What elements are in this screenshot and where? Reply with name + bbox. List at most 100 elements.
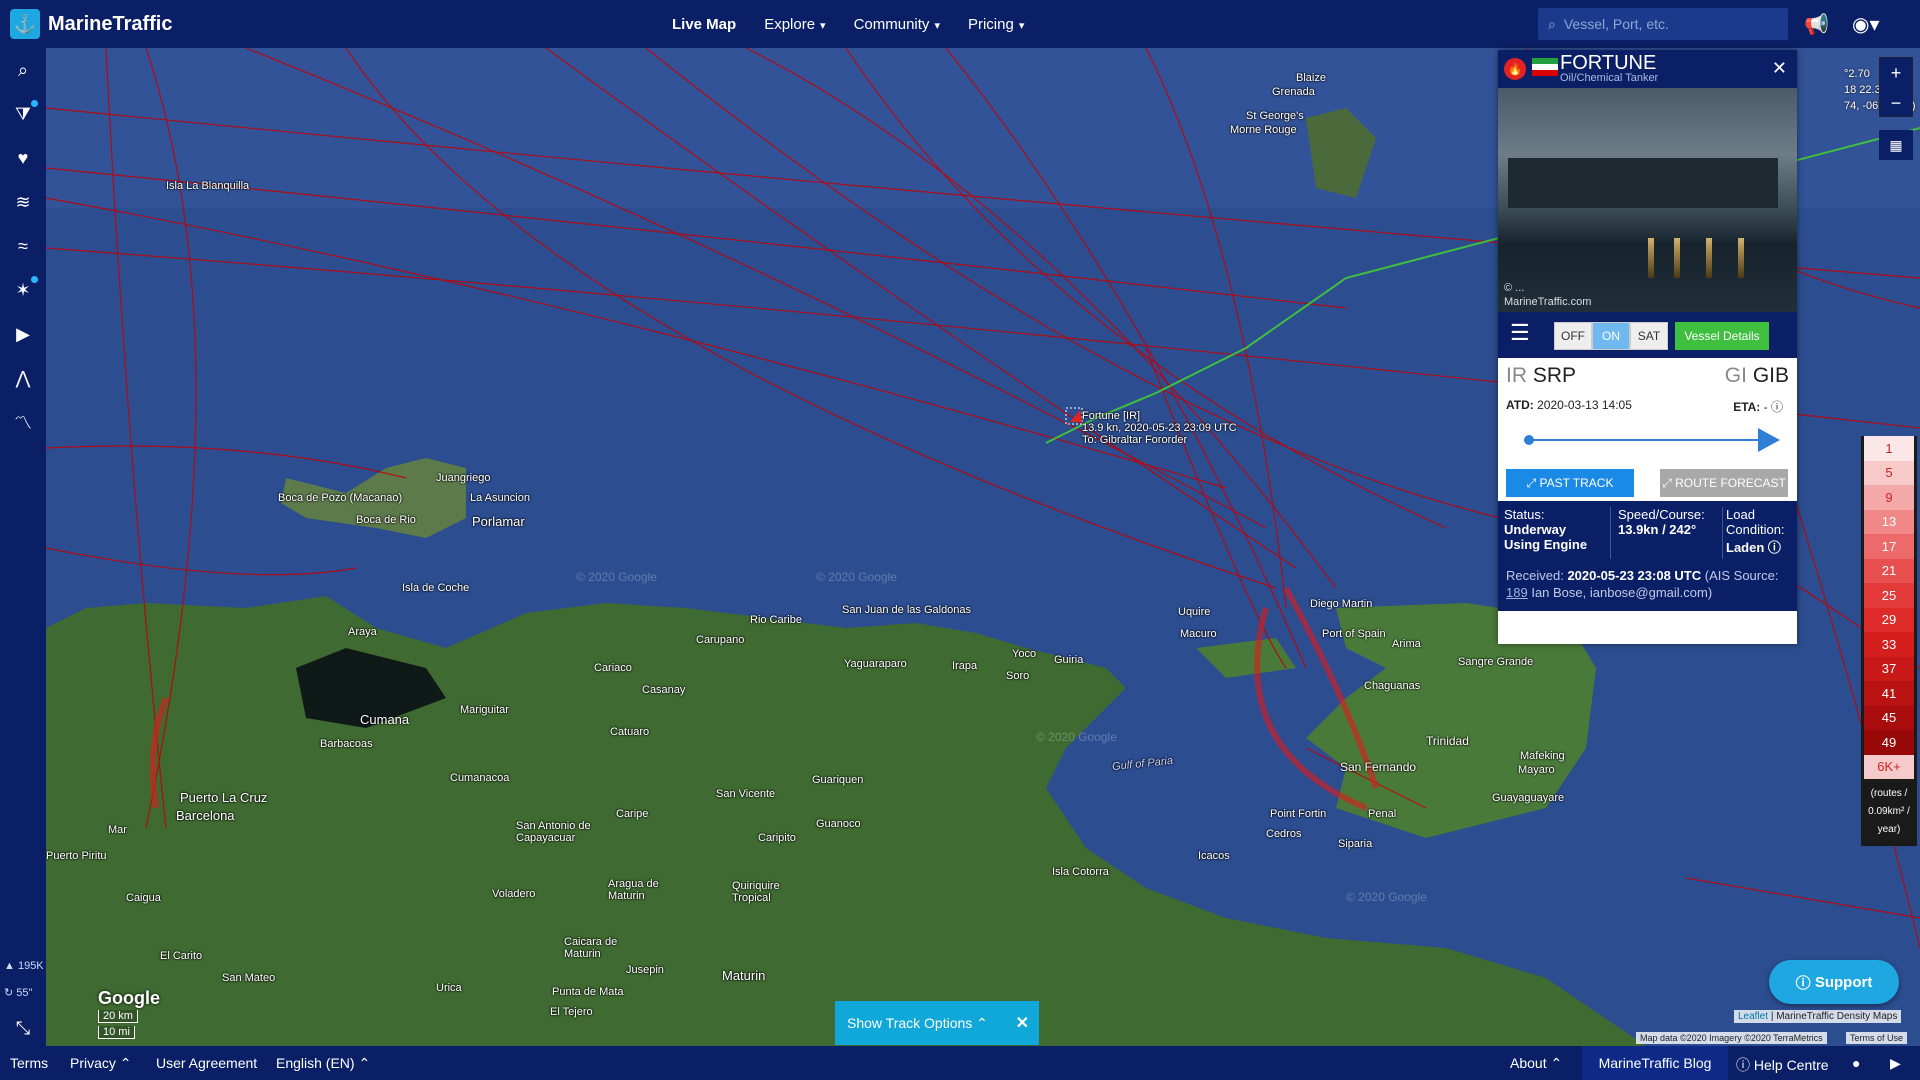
status-value-2: Using Engine [1504, 537, 1588, 552]
app-name: MarineTraffic [48, 12, 173, 35]
place-label: Guanoco [816, 818, 861, 830]
chevron-down-icon: ▾ [820, 19, 826, 32]
terms-of-use-link[interactable]: Terms of Use [1846, 1032, 1908, 1044]
toggle-off[interactable]: OFF [1554, 322, 1592, 350]
place-label: Port of Spain [1322, 628, 1386, 640]
nav-community[interactable]: Community ▾ [854, 16, 940, 33]
place-label: Isla La Blanquilla [166, 180, 250, 192]
zoom-out-icon[interactable]: − [1880, 88, 1912, 118]
light-reflection [1674, 238, 1680, 278]
map-layers-icon[interactable]: ▦ [1879, 130, 1913, 160]
refresh-timer-value: 55" [16, 987, 33, 999]
status-label: Status: [1504, 507, 1545, 522]
toggle-on[interactable]: ON [1592, 322, 1630, 350]
place-label: El Carito [160, 950, 203, 962]
vessel-details-button[interactable]: Vessel Details [1675, 322, 1769, 350]
search-input[interactable] [1563, 16, 1764, 32]
legend-unit-3: year) [1877, 824, 1901, 835]
place-label: Boca de Rio [356, 514, 416, 526]
track-options-bar[interactable]: Show Track Options ⌃ ✕ [835, 1001, 1039, 1045]
scale-mi: 10 mi [98, 1026, 135, 1039]
popup-line2: 13.9 kn, 2020-05-23 23:09 UTC [1082, 422, 1237, 434]
marinetraffic-logo[interactable]: ⚓ MarineTraffic [10, 9, 172, 39]
notifications-icon[interactable]: 📢 [1804, 12, 1829, 37]
route-forecast-button[interactable]: ⤢ ROUTE FORECAST [1660, 469, 1788, 497]
place-label: Punta de Mata [552, 986, 624, 998]
nav-explore[interactable]: Explore ▾ [764, 16, 825, 33]
ship-silhouette [1508, 158, 1778, 208]
legend-row: 21 [1864, 558, 1914, 583]
info-icon[interactable]: ⓘ [1768, 540, 1781, 555]
ais-source-link[interactable]: 189 [1506, 585, 1528, 600]
tools-icon[interactable]: ✶ [0, 268, 46, 312]
search-box: ⌕ [1538, 8, 1788, 40]
close-icon[interactable]: ✕ [1772, 58, 1787, 79]
vessel-info-panel: 🔥 FORTUNE Oil/Chemical Tanker ✕ © ... Ma… [1498, 50, 1797, 644]
density-legend: 1 5 9 13 17 21 25 29 33 37 41 45 49 6K+ (routes / 0.0… [1861, 436, 1917, 846]
load-col: Load Condition: Laden ⓘ [1726, 507, 1785, 556]
footer-help[interactable]: ⓘ Help Centre [1736, 1055, 1829, 1075]
place-label: Mar [108, 824, 127, 836]
place-label: Chaguanas [1364, 680, 1421, 692]
footer-blog[interactable]: MarineTraffic Blog [1582, 1046, 1728, 1080]
place-label: Puerto Piritu [46, 850, 107, 862]
footer-about[interactable]: About ⌃ [1510, 1055, 1562, 1072]
footer-help-label: Help Centre [1753, 1057, 1829, 1073]
place-label: Jusepin [626, 964, 664, 976]
place-label: Arima [1392, 638, 1421, 650]
eta-value: - [1763, 400, 1768, 414]
destination-port[interactable]: GI GIB [1725, 364, 1789, 388]
play-icon[interactable]: ▶ [0, 312, 46, 356]
play-store-icon[interactable]: ▶ [1890, 1055, 1901, 1072]
heart-icon[interactable]: ♥ [0, 136, 46, 180]
apple-icon[interactable]: ● [1852, 1055, 1860, 1071]
legend-row: 9 [1864, 485, 1914, 510]
support-button[interactable]: ⓘ Support [1769, 960, 1899, 1004]
place-label: Yaguaraparo [844, 658, 907, 670]
divider [1722, 507, 1723, 559]
legend-row: 33 [1864, 632, 1914, 657]
route-icon[interactable]: ⋀ [0, 356, 46, 400]
info-icon[interactable]: ⓘ [1771, 400, 1783, 414]
vessel-type: Oil/Chemical Tanker [1560, 72, 1659, 84]
filter-icon[interactable]: ⧩ [0, 92, 46, 136]
fullscreen-icon[interactable]: ⤡ [0, 1006, 46, 1050]
footer-language[interactable]: English (EN) ⌃ [276, 1055, 370, 1072]
leaflet-link[interactable]: Leaflet [1738, 1011, 1768, 1022]
zoom-in-icon[interactable]: + [1880, 58, 1912, 88]
place-label: Cariaco [594, 662, 632, 674]
departure-port[interactable]: IR SRP [1506, 364, 1576, 388]
place-label: Penal [1368, 808, 1397, 820]
divider [1610, 507, 1611, 559]
load-label-2: Condition: [1726, 522, 1785, 537]
light-reflection [1648, 238, 1654, 278]
past-track-button[interactable]: ⤢ PAST TRACK [1506, 469, 1634, 497]
vessel-photo[interactable]: © ... MarineTraffic.com [1498, 88, 1797, 312]
analytics-icon[interactable]: 〽 [0, 400, 46, 444]
place-label: Araya [348, 626, 377, 638]
footer-agreement[interactable]: User Agreement [156, 1055, 257, 1071]
search-icon[interactable]: ⌕ [0, 48, 46, 92]
footer-terms[interactable]: Terms [10, 1055, 48, 1071]
received-info: Received: 2020-05-23 23:08 UTC (AIS Sour… [1506, 567, 1791, 601]
legend-row: 5 [1864, 460, 1914, 485]
layers-icon[interactable]: ≋ [0, 180, 46, 224]
user-account-icon[interactable]: ◉▾ [1852, 12, 1880, 37]
footer-privacy[interactable]: Privacy ⌃ [70, 1055, 132, 1072]
place-label: San Antonio de Capayacuar [516, 820, 591, 844]
refresh-timer[interactable]: ↻ 55" [4, 986, 32, 999]
attribution-leaflet: Leaflet | MarineTraffic Density Maps [1734, 1010, 1902, 1023]
weather-icon[interactable]: ≈ [0, 224, 46, 268]
nav-pricing[interactable]: Pricing ▾ [968, 16, 1024, 33]
menu-icon[interactable]: ☰ [1510, 320, 1530, 346]
past-track-label: PAST TRACK [1539, 476, 1614, 490]
popup-line3: To: Gibraltar Fororder [1082, 434, 1188, 446]
nav-live-map[interactable]: Live Map [672, 16, 736, 33]
toggle-sat[interactable]: SAT [1630, 322, 1668, 350]
departure-code: SRP [1532, 364, 1577, 387]
google-watermark: © 2020 Google [816, 570, 897, 584]
ship-logo-icon: ⚓ [10, 9, 40, 39]
chevron-down-icon: ▾ [1018, 19, 1025, 32]
eta-label: ETA: [1733, 400, 1761, 414]
close-icon[interactable]: ✕ [1016, 1013, 1029, 1033]
